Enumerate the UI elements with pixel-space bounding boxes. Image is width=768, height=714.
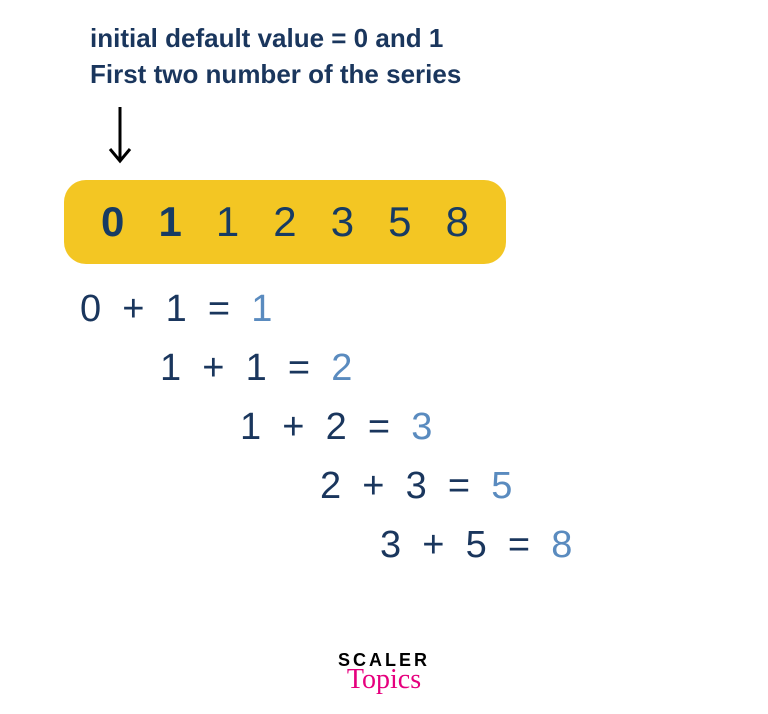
calc-space xyxy=(384,457,405,516)
calc-operand-b: 3 xyxy=(406,457,427,516)
calc-space xyxy=(224,339,245,398)
calculation-area: 0 + 1 = 1 1 + 1 = 2 1 + 2 = 3 2 xyxy=(80,280,572,574)
calc-operand-a: 2 xyxy=(320,457,341,516)
calc-space xyxy=(261,398,282,457)
calc-operator: + xyxy=(282,398,304,457)
calc-space xyxy=(144,280,165,339)
calc-operand-a: 1 xyxy=(160,339,181,398)
caption-line-1: initial default value = 0 and 1 xyxy=(90,20,461,56)
calc-equals: = xyxy=(448,457,470,516)
series-num-2: 1 xyxy=(199,198,256,246)
calc-result: 3 xyxy=(411,398,432,457)
calc-equals: = xyxy=(208,280,230,339)
calc-operand-b: 5 xyxy=(466,516,487,575)
logo-line-2: Topics xyxy=(338,667,430,692)
calc-operand-b: 2 xyxy=(326,398,347,457)
calc-space xyxy=(427,457,448,516)
calculation-row: 1 + 1 = 2 xyxy=(80,339,572,398)
calc-space xyxy=(487,516,508,575)
series-num-6: 8 xyxy=(429,198,486,246)
calc-space xyxy=(310,339,331,398)
calc-space xyxy=(267,339,288,398)
series-num-1: 1 xyxy=(141,198,198,246)
calc-space xyxy=(530,516,551,575)
calc-operand-b: 1 xyxy=(246,339,267,398)
series-num-3: 2 xyxy=(256,198,313,246)
series-num-5: 5 xyxy=(371,198,428,246)
calc-space xyxy=(181,339,202,398)
calculation-row: 3 + 5 = 8 xyxy=(80,516,572,575)
calc-operand-a: 0 xyxy=(80,280,101,339)
calc-operand-a: 1 xyxy=(240,398,261,457)
calc-space xyxy=(444,516,465,575)
calculation-row: 0 + 1 = 1 xyxy=(80,280,572,339)
calc-operator: + xyxy=(202,339,224,398)
calc-equals: = xyxy=(288,339,310,398)
calculation-row: 1 + 2 = 3 xyxy=(80,398,572,457)
calc-result: 8 xyxy=(551,516,572,575)
calc-space xyxy=(187,280,208,339)
calc-space xyxy=(401,516,422,575)
calc-operand-a: 3 xyxy=(380,516,401,575)
calc-space xyxy=(470,457,491,516)
calc-result: 2 xyxy=(331,339,352,398)
series-num-0: 0 xyxy=(84,198,141,246)
calc-operator: + xyxy=(422,516,444,575)
calc-space xyxy=(341,457,362,516)
series-num-4: 3 xyxy=(314,198,371,246)
calc-equals: = xyxy=(368,398,390,457)
arrow-down-icon xyxy=(105,105,135,165)
caption-text: initial default value = 0 and 1 First tw… xyxy=(90,20,461,93)
calc-operand-b: 1 xyxy=(166,280,187,339)
calc-space xyxy=(101,280,122,339)
calc-space xyxy=(230,280,251,339)
caption-line-2: First two number of the series xyxy=(90,56,461,92)
calc-result: 1 xyxy=(251,280,272,339)
calc-result: 5 xyxy=(491,457,512,516)
scaler-topics-logo: SCALER Topics xyxy=(338,651,430,692)
calculation-row: 2 + 3 = 5 xyxy=(80,457,572,516)
fibonacci-series-pill: 0 1 1 2 3 5 8 xyxy=(64,180,506,264)
calc-space xyxy=(304,398,325,457)
calc-operator: + xyxy=(122,280,144,339)
calc-space xyxy=(390,398,411,457)
calc-equals: = xyxy=(508,516,530,575)
calc-operator: + xyxy=(362,457,384,516)
calc-space xyxy=(347,398,368,457)
